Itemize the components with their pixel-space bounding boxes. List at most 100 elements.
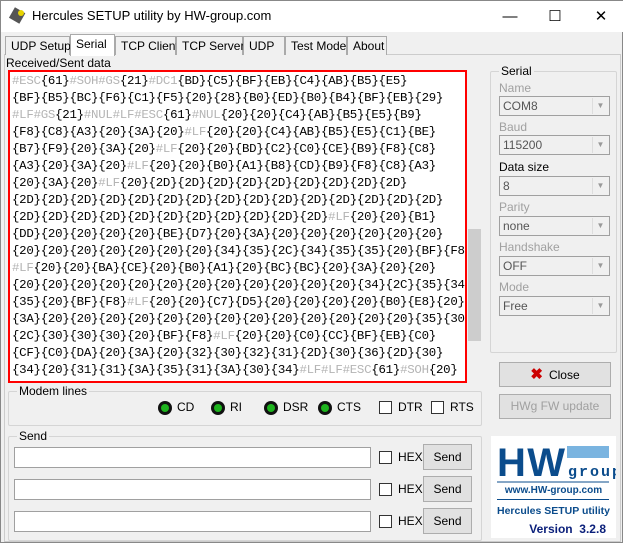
rts-checkbox[interactable]: RTS <box>431 400 474 415</box>
parity-select[interactable]: none ▼ <box>499 216 610 236</box>
tab-udp-setup[interactable]: UDP Setup <box>5 36 71 55</box>
dtr-checkbox[interactable]: DTR <box>379 400 423 415</box>
chevron-down-icon: ▼ <box>592 98 608 114</box>
dsr-label: DSR <box>283 400 309 414</box>
cd-label: CD <box>177 400 195 414</box>
mode-select[interactable]: Free ▼ <box>499 296 610 316</box>
send-input-1[interactable] <box>14 447 371 468</box>
checkbox-icon[interactable] <box>431 401 444 415</box>
control-code: #LF <box>155 142 178 156</box>
baud-label: Baud <box>499 120 528 134</box>
control-code: #ESC <box>342 363 372 377</box>
chevron-down-icon: ▼ <box>592 178 608 194</box>
scrollbar-thumb[interactable] <box>468 229 481 341</box>
hw-group-logo: HW group www.HW-group.com Hercules SETUP… <box>491 436 621 538</box>
received-line: #ESC{61}#SOH#GS{21}#DC1{BD}{C5}{BF}{EB}{… <box>12 74 408 88</box>
data-size-label: Data size <box>499 160 550 174</box>
close-window-button[interactable]: ✕ <box>578 1 623 32</box>
tab-tcp-client[interactable]: TCP Client <box>115 36 179 55</box>
control-code: #LF <box>299 363 321 377</box>
control-code: #LF <box>126 159 149 173</box>
chevron-down-icon: ▼ <box>592 258 608 274</box>
window-title: Hercules SETUP utility by HW-group.com <box>32 8 272 23</box>
close-port-button[interactable]: ✖ Close <box>499 362 611 387</box>
close-button-label: Close <box>548 368 580 382</box>
svg-text:group: group <box>568 464 616 481</box>
send-input-2[interactable] <box>14 479 371 500</box>
chevron-down-icon: ▼ <box>592 218 608 234</box>
name-select[interactable]: COM8 ▼ <box>499 96 610 116</box>
control-code: #LF <box>98 176 120 190</box>
send-input-3[interactable] <box>14 511 371 532</box>
handshake-label: Handshake <box>499 240 560 254</box>
led-icon <box>264 400 278 415</box>
send-group-label: Send <box>17 429 50 443</box>
received-line: #LF#GS{21}#NUL#LF#ESC{61}#NUL{20}{20}{C4… <box>12 108 422 122</box>
baud-value: 115200 <box>503 138 543 152</box>
chevron-down-icon: ▼ <box>592 298 608 314</box>
control-code: #NUL <box>191 108 221 122</box>
received-line: {20}{20}{20}{20}{20}{20}{20}{20}{20}{20}… <box>12 278 467 292</box>
control-code: #LF <box>184 125 207 139</box>
data-size-value: 8 <box>503 179 510 193</box>
checkbox-icon[interactable] <box>379 515 392 529</box>
received-line: {A3}{20}{3A}{20}#LF{20}{20}{B0}{A1}{B8}{… <box>12 159 436 173</box>
control-code: #LF <box>213 329 235 343</box>
checkbox-icon[interactable] <box>379 401 392 415</box>
data-size-select[interactable]: 8 ▼ <box>499 176 610 196</box>
cts-label: CTS <box>337 400 361 414</box>
ri-indicator: RI <box>211 400 242 415</box>
control-code: #GS <box>98 74 120 88</box>
logo-product: Hercules SETUP utility <box>496 505 610 517</box>
name-label: Name <box>499 81 532 95</box>
received-line: {20}{3A}{20}#LF{20}{2D}{2D}{2D}{2D}{2D}{… <box>12 176 408 190</box>
checkbox-icon[interactable] <box>379 483 392 497</box>
received-line: {CF}{C0}{DA}{20}{3A}{20}{32}{30}{32}{31}… <box>12 346 444 360</box>
led-icon <box>211 400 225 415</box>
received-line: {B7}{F9}{20}{3A}{20}#LF{20}{20}{BD}{C2}{… <box>12 142 436 156</box>
tab-udp[interactable]: UDP <box>243 36 285 55</box>
received-line: {2C}{30}{30}{30}{20}{BF}{F8}#LF{20}{20}{… <box>12 329 436 343</box>
cts-indicator: CTS <box>318 400 361 415</box>
hwg-fw-update-button[interactable]: HWg FW update <box>499 394 611 419</box>
handshake-select[interactable]: OFF ▼ <box>499 256 610 276</box>
control-code: #LF <box>12 108 34 122</box>
control-code: #LF <box>112 108 135 122</box>
mode-value: Free <box>503 299 528 313</box>
serial-group-label: Serial <box>499 64 534 78</box>
chevron-down-icon: ▼ <box>592 137 608 153</box>
baud-select[interactable]: 115200 ▼ <box>499 135 610 155</box>
handshake-value: OFF <box>503 259 527 273</box>
received-line: {20}{20}{20}{20}{20}{20}{20}{34}{35}{2C}… <box>12 244 467 258</box>
send-button-2[interactable]: Send <box>423 476 472 502</box>
dtr-label: DTR <box>398 400 423 414</box>
hex-checkbox-2[interactable]: HEX <box>379 482 423 497</box>
received-line: {2D}{2D}{2D}{2D}{2D}{2D}{2D}{2D}{2D}{2D}… <box>12 210 436 224</box>
control-code: #LF <box>12 261 34 275</box>
tab-about[interactable]: About <box>347 36 387 55</box>
tab-tcp-server[interactable]: TCP Server <box>176 36 244 55</box>
control-code: #ESC <box>12 74 41 88</box>
logo-url: www.HW-group.com <box>504 485 603 496</box>
svg-text:HW: HW <box>497 441 565 484</box>
maximize-button[interactable]: ☐ <box>532 1 578 32</box>
app-icon <box>9 7 26 24</box>
tab-test-mode[interactable]: Test Mode <box>285 36 347 55</box>
tab-serial[interactable]: Serial <box>70 34 115 56</box>
hex-label: HEX <box>398 514 423 528</box>
control-code: #SOH <box>69 74 99 88</box>
minimize-button[interactable]: — <box>487 1 533 32</box>
mode-label: Mode <box>499 280 530 294</box>
modem-lines-label: Modem lines <box>17 384 90 398</box>
received-line: {F8}{C8}{A3}{20}{3A}{20}#LF{20}{20}{C4}{… <box>12 125 436 139</box>
received-line: {DD}{20}{20}{20}{20}{BE}{D7}{20}{3A}{20}… <box>12 227 444 241</box>
checkbox-icon[interactable] <box>379 451 392 465</box>
hex-checkbox-3[interactable]: HEX <box>379 514 423 529</box>
rts-label: RTS <box>450 400 474 414</box>
send-button-3[interactable]: Send <box>423 508 472 534</box>
send-button-1[interactable]: Send <box>423 444 472 470</box>
control-code: #SOH <box>400 363 429 377</box>
received-data-area[interactable]: #ESC{61}#SOH#GS{21}#DC1{BD}{C5}{BF}{EB}{… <box>8 70 467 383</box>
version-label: Version 3.2.8 <box>529 522 606 536</box>
hex-checkbox-1[interactable]: HEX <box>379 450 423 465</box>
